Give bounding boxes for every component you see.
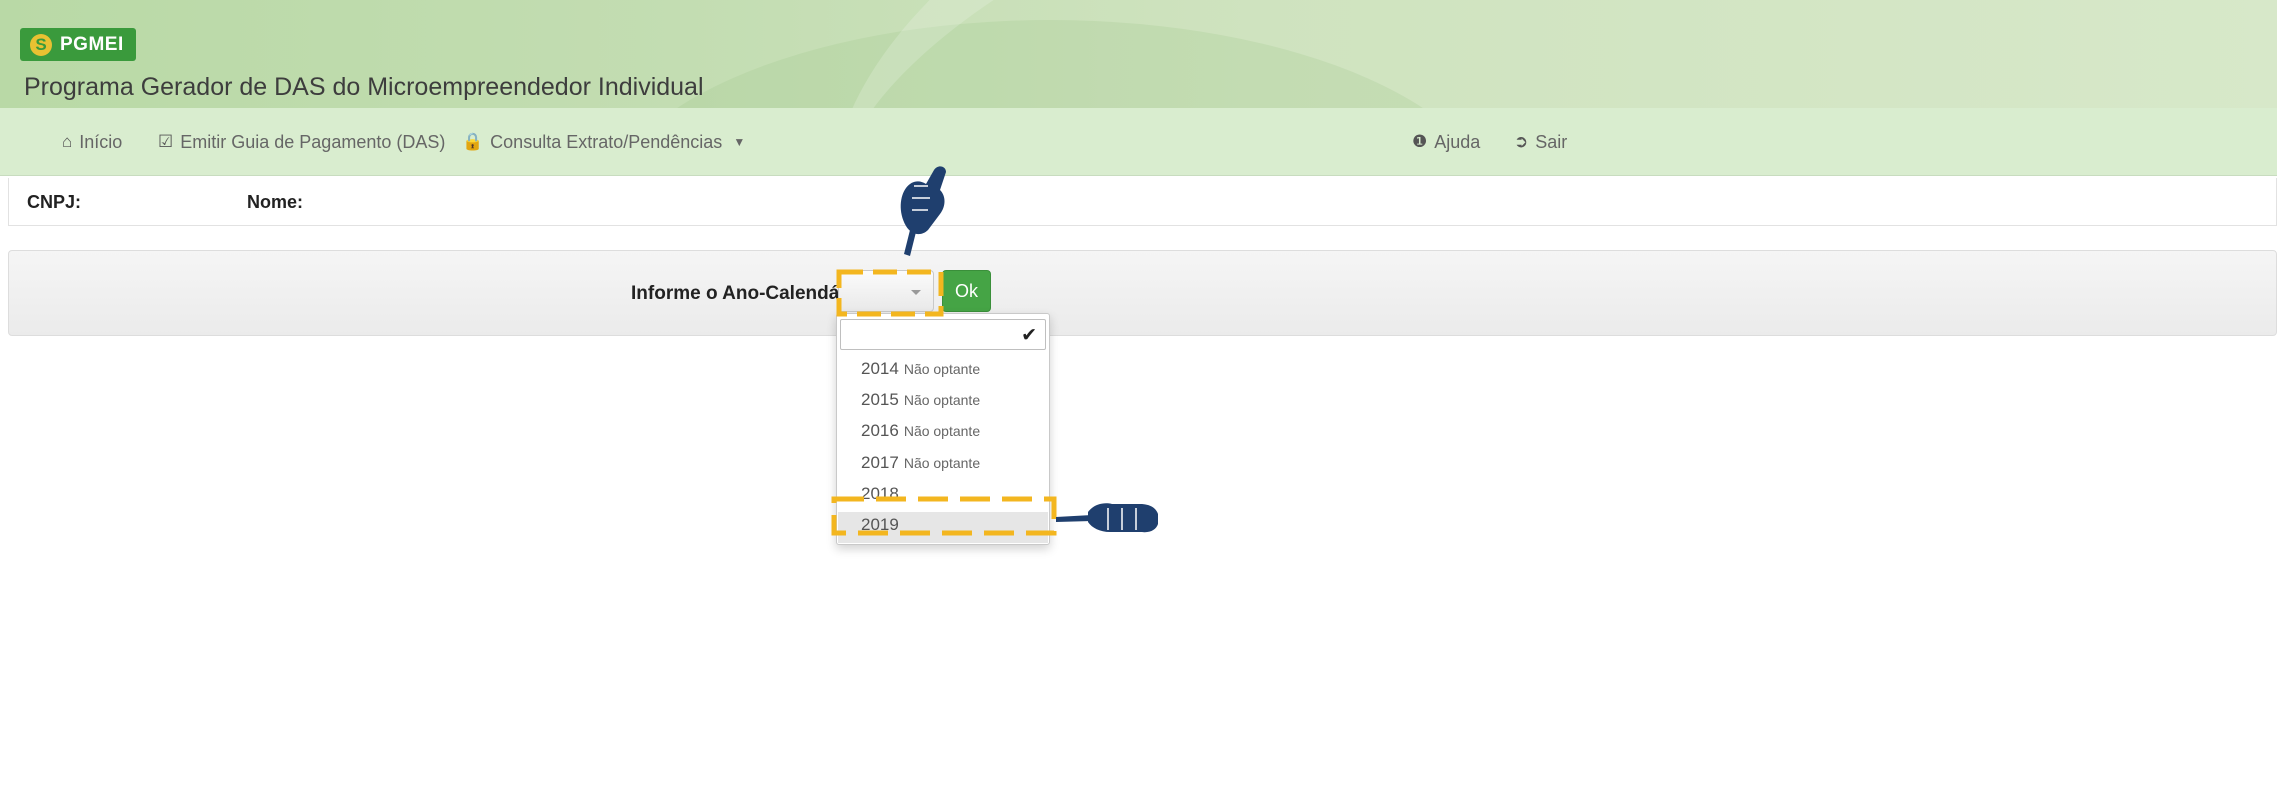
nav-consulta-extrato-label: Consulta Extrato/Pendências bbox=[490, 131, 723, 152]
option-year: 2016 bbox=[861, 421, 899, 440]
nav-consulta-extrato[interactable]: 🔒 Consulta Extrato/Pendências ▼ bbox=[462, 108, 745, 176]
dropdown-option-blank[interactable]: ✔ bbox=[840, 319, 1046, 350]
option-year: 2015 bbox=[861, 390, 899, 409]
nav-inicio-label: Início bbox=[79, 131, 123, 152]
option-year: 2014 bbox=[861, 359, 899, 378]
check-square-icon: ☑ bbox=[158, 132, 174, 151]
home-icon: ⌂ bbox=[62, 132, 73, 151]
option-note: Não optante bbox=[903, 423, 981, 439]
option-year: 2017 bbox=[861, 453, 899, 472]
nome-label: Nome: bbox=[247, 192, 304, 212]
dropdown-option-2016[interactable]: 2016 Não optante bbox=[861, 421, 980, 441]
nav-sair[interactable]: ➲ Sair bbox=[1514, 108, 1567, 176]
app-subtitle: Programa Gerador de DAS do Microempreend… bbox=[24, 73, 704, 101]
option-year: 2018 bbox=[861, 484, 899, 503]
option-note: Não optante bbox=[903, 361, 981, 377]
nav-emitir-guia[interactable]: ☑ Emitir Guia de Pagamento (DAS) bbox=[158, 108, 445, 176]
option-note: Não optante bbox=[903, 455, 981, 471]
option-year: 2019 bbox=[861, 515, 899, 534]
pgmei-logo[interactable]: S PGMEI bbox=[20, 28, 136, 61]
dropdown-option-2019[interactable]: 2019 bbox=[861, 515, 904, 535]
dropdown-option-2015[interactable]: 2015 Não optante bbox=[861, 390, 980, 410]
chevron-down-icon bbox=[911, 290, 921, 295]
nav-emitir-guia-label: Emitir Guia de Pagamento (DAS) bbox=[180, 131, 446, 152]
pointing-hand-icon bbox=[1056, 503, 1158, 533]
nav-ajuda[interactable]: ❶ Ajuda bbox=[1412, 108, 1480, 176]
check-icon: ✔ bbox=[1021, 325, 1037, 346]
contribuinte-info-bar: CNPJ: Nome: bbox=[8, 178, 2277, 226]
dropdown-option-2018[interactable]: 2018 bbox=[861, 484, 904, 504]
nav-ajuda-label: Ajuda bbox=[1434, 131, 1481, 152]
ok-button[interactable]: Ok bbox=[942, 270, 991, 312]
cnpj-label: CNPJ: bbox=[27, 192, 82, 212]
main-navbar: ⌂ Início ☑ Emitir Guia de Pagamento (DAS… bbox=[0, 108, 2277, 176]
simples-logo-icon: S bbox=[30, 33, 52, 56]
nav-inicio[interactable]: ⌂ Início bbox=[62, 108, 122, 176]
chevron-down-icon: ▼ bbox=[733, 135, 746, 149]
ano-calendario-select[interactable] bbox=[838, 270, 934, 312]
ano-calendario-label: Informe o Ano-Calendário: bbox=[631, 283, 870, 304]
sign-out-icon: ➲ bbox=[1514, 132, 1529, 151]
nav-sair-label: Sair bbox=[1535, 131, 1568, 152]
ano-calendario-dropdown: ✔ 2014 Não optante 2015 Não optante 2016 Nã… bbox=[836, 313, 1050, 545]
dropdown-option-2017[interactable]: 2017 Não optante bbox=[861, 453, 980, 473]
ano-calendario-panel: Informe o Ano-Calendário: bbox=[8, 250, 2277, 336]
logo-text: PGMEI bbox=[60, 33, 124, 55]
info-circle-icon: ❶ bbox=[1412, 132, 1428, 151]
option-note: Não optante bbox=[903, 392, 981, 408]
dropdown-option-2014[interactable]: 2014 Não optante bbox=[861, 359, 980, 379]
lock-icon: 🔒 bbox=[462, 132, 484, 151]
